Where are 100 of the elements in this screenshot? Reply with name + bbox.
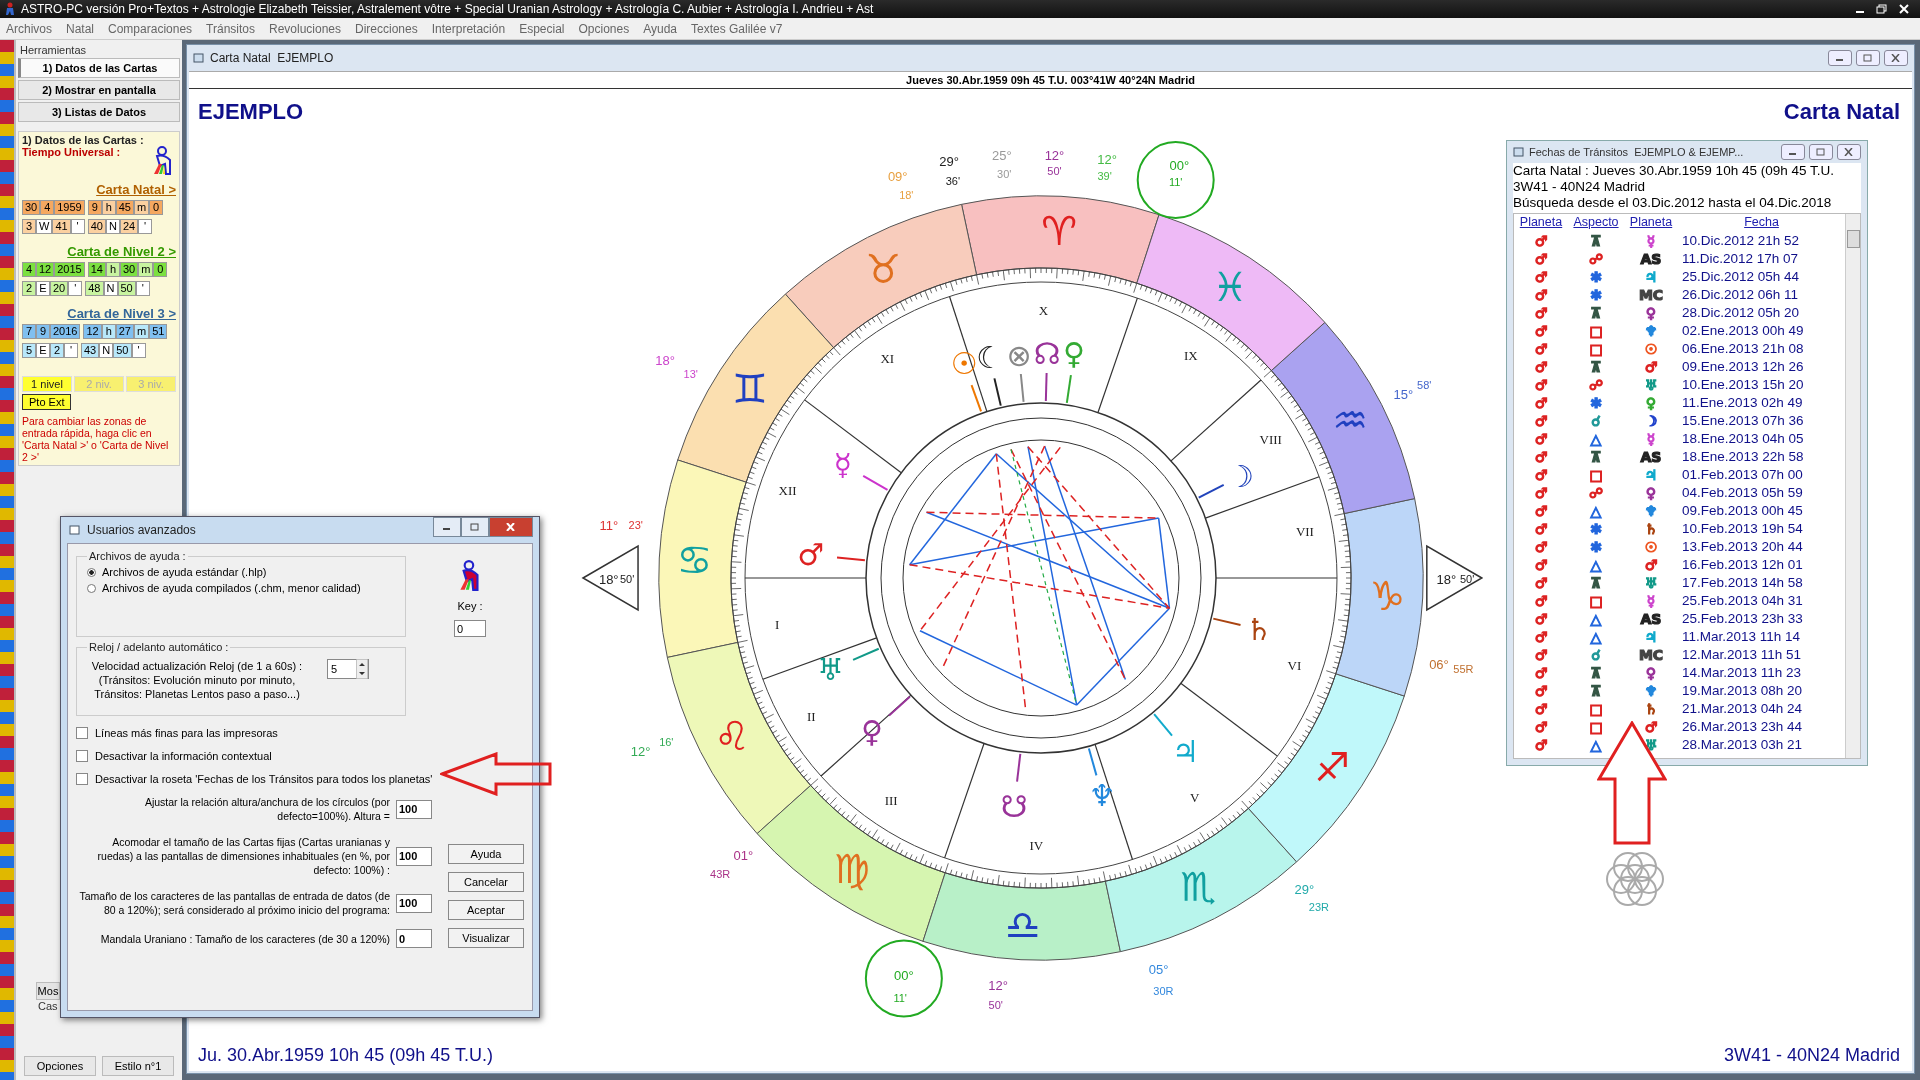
menu-item[interactable]: Natal xyxy=(66,21,95,36)
close-button[interactable] xyxy=(1837,144,1861,160)
latitude-cell[interactable]: 50 xyxy=(113,343,132,358)
ext-point-button[interactable]: Pto Ext xyxy=(22,394,72,410)
dialog-button[interactable]: Aceptar xyxy=(448,900,524,920)
latitude-cell[interactable]: 43 xyxy=(81,343,100,358)
dialog-button[interactable]: Cancelar xyxy=(448,872,524,892)
date-cell[interactable]: 12 xyxy=(36,262,55,277)
close-button[interactable] xyxy=(1884,50,1908,66)
restore-icon[interactable] xyxy=(1876,4,1888,14)
degree-label: 06° xyxy=(1429,657,1449,673)
radio-option[interactable]: Archivos de ayuda compilados (.chm, menor calidad) xyxy=(87,582,395,594)
date-cell[interactable]: 7 xyxy=(22,324,36,339)
column-header[interactable]: Fecha xyxy=(1678,214,1845,232)
menu-item[interactable]: Archivos xyxy=(6,21,52,36)
latitude-cell[interactable]: ' xyxy=(138,219,153,234)
menu-item[interactable]: Opciones xyxy=(578,21,630,36)
sidebar-button[interactable]: Opciones xyxy=(24,1056,96,1076)
spin-field[interactable]: 5 xyxy=(327,659,369,679)
menu-item[interactable]: Revoluciones xyxy=(269,21,342,36)
number-field[interactable]: 100 xyxy=(396,893,432,913)
number-field[interactable]: 100 xyxy=(396,846,432,866)
menu-item[interactable]: Interpretación xyxy=(431,21,506,36)
dialog-button[interactable]: Visualizar xyxy=(448,928,524,948)
date-cell[interactable]: 9 xyxy=(36,324,50,339)
date-cell[interactable]: 2016 xyxy=(50,324,81,339)
close-icon[interactable] xyxy=(1891,54,1901,62)
table-cell-text: ♂ xyxy=(1533,538,1549,556)
longitude-cell[interactable]: E xyxy=(36,343,50,358)
checkbox-option[interactable]: Líneas más finas para las impresoras xyxy=(76,727,524,739)
date-cell[interactable]: 1959 xyxy=(54,200,85,215)
longitude-cell[interactable]: E xyxy=(36,281,50,296)
scrollbar[interactable] xyxy=(1845,214,1860,758)
time-cell[interactable]: 0 xyxy=(153,262,168,277)
menu-item[interactable]: Comparaciones xyxy=(108,21,193,36)
longitude-cell[interactable]: 20 xyxy=(50,281,69,296)
minimize-button[interactable] xyxy=(433,517,461,537)
key-field[interactable]: 0 xyxy=(454,620,486,637)
birth-location: 3W41 - 40N24 Madrid xyxy=(1723,1045,1900,1066)
time-cell[interactable]: 0 xyxy=(149,200,164,215)
chart-link[interactable]: Carta Natal > xyxy=(96,182,176,197)
restore-button[interactable] xyxy=(1856,50,1880,66)
menu-item[interactable]: Direcciones xyxy=(355,21,418,36)
tool-button[interactable]: 1) Datos de las Cartas xyxy=(18,58,180,78)
spin-arrows-icon[interactable] xyxy=(356,659,368,679)
column-header[interactable]: Aspecto xyxy=(1568,214,1624,232)
close-button[interactable] xyxy=(489,517,533,537)
table-cell-text: △ xyxy=(1589,628,1603,646)
table-cell-text: ♂ xyxy=(1533,412,1549,430)
longitude-cell[interactable]: 2 xyxy=(50,343,64,358)
date-cell[interactable]: 4 xyxy=(40,200,55,215)
checkbox-option[interactable]: Desactivar la información contextual xyxy=(76,750,524,762)
menu-item[interactable]: Tránsitos xyxy=(206,21,255,36)
longitude-cell[interactable]: 3 xyxy=(22,219,36,234)
number-field[interactable]: 0 xyxy=(396,929,432,948)
latitude-cell[interactable]: N xyxy=(99,343,114,358)
menu-item[interactable]: Textes Galilée v7 xyxy=(691,21,783,36)
minimize-button[interactable] xyxy=(1828,50,1852,66)
longitude-cell[interactable]: W xyxy=(36,219,53,234)
minute-label: 36' xyxy=(945,175,960,188)
column-header[interactable]: Planeta xyxy=(1624,214,1678,232)
latitude-cell[interactable]: 40 xyxy=(87,219,106,234)
chart-link[interactable]: Carta de Nivel 3 > xyxy=(67,306,176,321)
longitude-cell[interactable]: ' xyxy=(68,281,83,296)
close-icon[interactable] xyxy=(1844,148,1854,156)
level-button[interactable]: 1 nivel xyxy=(22,376,72,392)
menu-item[interactable]: Especial xyxy=(519,21,565,36)
latitude-cell[interactable]: 48 xyxy=(85,281,104,296)
degree-label: 25° xyxy=(992,148,1012,164)
time-cell[interactable]: 51 xyxy=(149,324,168,339)
table-cell-text: ♂ xyxy=(1533,610,1549,628)
degree-label: 12° xyxy=(1044,148,1065,164)
longitude-cell[interactable]: 41 xyxy=(52,219,71,234)
time-cell[interactable]: 9 xyxy=(87,200,102,215)
date-cell[interactable]: 30 xyxy=(22,200,41,215)
tool-button[interactable]: 3) Listas de Datos xyxy=(18,102,180,122)
minimize-button[interactable] xyxy=(1781,144,1805,160)
display-button[interactable]: Mos xyxy=(36,982,60,1000)
table-cell-text: 25.Feb.2013 23h 33 xyxy=(1681,610,1804,628)
radio-option[interactable]: Archivos de ayuda estándar (.hlp) xyxy=(87,566,395,578)
time-cell[interactable]: 12 xyxy=(83,324,102,339)
longitude-cell[interactable]: ' xyxy=(64,343,78,358)
group-title: Archivos de ayuda : xyxy=(88,550,187,562)
dialog-button[interactable]: Ayuda xyxy=(448,844,524,864)
table-cell-text: ♃ xyxy=(1643,268,1659,286)
time-cell[interactable]: m xyxy=(138,262,154,277)
column-header[interactable]: Planeta xyxy=(1514,214,1568,232)
time-cell[interactable]: 14 xyxy=(87,262,106,277)
menu-item[interactable]: Ayuda xyxy=(643,21,677,36)
longitude-cell[interactable]: 2 xyxy=(22,281,36,296)
tool-button[interactable]: 2) Mostrar en pantalla xyxy=(18,80,180,100)
date-cell[interactable]: 4 xyxy=(22,262,36,277)
table-cell-text: ♂ xyxy=(1533,718,1549,736)
checkbox-option[interactable]: Desactivar la roseta 'Fechas de los Tránsitos para todos los planetas' xyxy=(76,773,524,785)
longitude-cell[interactable]: 5 xyxy=(22,343,36,358)
number-field[interactable]: 100 xyxy=(396,799,432,819)
restore-button[interactable] xyxy=(1809,144,1833,160)
zodiac-sign-glyph: ♈ xyxy=(1041,208,1078,255)
date-cell[interactable]: 2015 xyxy=(54,262,85,277)
sidebar-button[interactable]: Estilo n°1 xyxy=(102,1056,174,1076)
